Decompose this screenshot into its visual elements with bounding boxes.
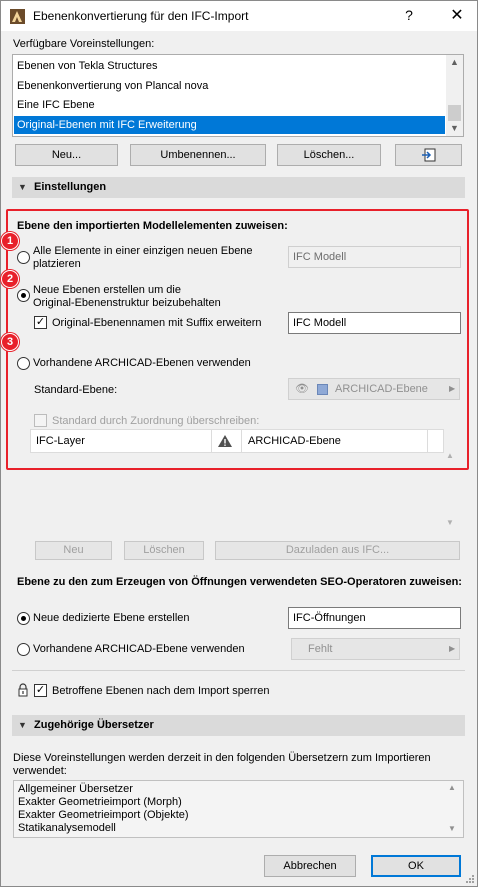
translator-item: Exakter Geometrieimport (Objekte) bbox=[18, 809, 189, 821]
presets-scrollbar[interactable]: ▲ ▼ bbox=[446, 55, 463, 136]
scroll-thumb[interactable] bbox=[448, 105, 461, 121]
settings-section-header[interactable]: ▼ Einstellungen bbox=[12, 177, 465, 198]
warning-icon bbox=[218, 435, 232, 447]
preset-new-button[interactable]: Neu... bbox=[15, 144, 118, 166]
lock-layers-checkbox[interactable]: ✓ bbox=[34, 684, 47, 697]
standard-layer-value: ARCHICAD-Ebene bbox=[335, 383, 428, 395]
col-ifc-layer: IFC-Layer bbox=[36, 435, 85, 447]
window-title: Ebenenkonvertierung für den IFC-Import bbox=[33, 9, 249, 23]
marker-2: 2 bbox=[1, 270, 19, 288]
suffix-checkbox[interactable]: ✓ bbox=[34, 316, 47, 329]
option2-label-line2: Original-Ebenenstruktur beizubehalten bbox=[33, 297, 221, 309]
suffix-field[interactable]: IFC Modell bbox=[288, 312, 461, 334]
ok-button[interactable]: OK bbox=[371, 855, 461, 877]
preset-export-button[interactable] bbox=[395, 144, 462, 166]
translators-desc-line1: Diese Voreinstellungen werden derzeit in… bbox=[13, 752, 431, 764]
radio-single-layer[interactable] bbox=[17, 251, 30, 264]
layer-icon bbox=[317, 384, 328, 395]
popup-arrow-icon: ▶ bbox=[449, 384, 456, 393]
preset-item[interactable]: Ebenenkonvertierung von Plancal nova bbox=[16, 77, 208, 95]
standard-layer-label: Standard-Ebene: bbox=[34, 384, 118, 396]
col-divider bbox=[211, 430, 212, 452]
translators-section-header[interactable]: ▼ Zugehörige Übersetzer bbox=[12, 715, 465, 736]
col-archicad-layer: ARCHICAD-Ebene bbox=[248, 435, 341, 447]
table-scroll-down-icon[interactable]: ▼ bbox=[446, 518, 454, 527]
translators-header-label: Zugehörige Übersetzer bbox=[34, 719, 154, 731]
single-layer-name-field[interactable]: IFC Modell bbox=[288, 246, 461, 268]
col-divider bbox=[427, 430, 428, 452]
marker-1: 1 bbox=[1, 232, 19, 250]
table-scroll-up-icon[interactable]: ▲ bbox=[446, 451, 454, 460]
lock-icon bbox=[18, 683, 28, 697]
settings-header-label: Einstellungen bbox=[34, 181, 107, 193]
radio-keep-structure[interactable] bbox=[17, 289, 30, 302]
col-divider bbox=[241, 430, 242, 452]
title-bar: Ebenenkonvertierung für den IFC-Import ?… bbox=[1, 1, 477, 31]
scroll-up-icon[interactable]: ▲ bbox=[448, 783, 456, 792]
scroll-down-icon[interactable]: ▼ bbox=[446, 123, 463, 133]
lock-layers-label: Betroffene Ebenen nach dem Import sperre… bbox=[52, 685, 270, 697]
preset-item[interactable]: Eine IFC Ebene bbox=[16, 96, 95, 114]
help-button[interactable]: ? bbox=[399, 7, 419, 23]
cancel-button[interactable]: Abbrechen bbox=[264, 855, 356, 877]
radio-existing-openings-layer[interactable] bbox=[17, 643, 30, 656]
openings-label: Ebene zu den zum Erzeugen von Öffnungen … bbox=[17, 576, 462, 588]
mapping-delete-button[interactable]: Löschen bbox=[124, 541, 204, 560]
option1-label-line2: platzieren bbox=[33, 258, 81, 270]
openings-option2-label: Vorhandene ARCHICAD-Ebene verwenden bbox=[33, 643, 245, 655]
standard-layer-popup[interactable]: 👁 ARCHICAD-Ebene ▶ bbox=[288, 378, 460, 400]
option1-label-line1: Alle Elemente in einer einzigen neuen Eb… bbox=[33, 245, 253, 257]
override-checkbox[interactable] bbox=[34, 414, 47, 427]
eye-icon: 👁 bbox=[295, 383, 309, 395]
openings-option1-label: Neue dedizierte Ebene erstellen bbox=[33, 612, 190, 624]
preset-item[interactable]: Ebenen von Tekla Structures bbox=[16, 57, 157, 75]
archicad-app-icon bbox=[10, 9, 25, 24]
translator-item: Allgemeiner Übersetzer bbox=[18, 783, 133, 795]
mapping-table-header: IFC-Layer ARCHICAD-Ebene bbox=[30, 429, 444, 453]
radio-existing-layers[interactable] bbox=[17, 357, 30, 370]
option3-label: Vorhandene ARCHICAD-Ebenen verwenden bbox=[33, 357, 251, 369]
marker-3: 3 bbox=[1, 333, 19, 351]
presets-label: Verfügbare Voreinstellungen: bbox=[13, 38, 155, 50]
translators-list: Allgemeiner Übersetzer Exakter Geometrie… bbox=[13, 780, 464, 838]
scroll-down-icon[interactable]: ▼ bbox=[448, 824, 456, 833]
suffix-label: Original-Ebenennamen mit Suffix erweiter… bbox=[52, 317, 262, 329]
translator-item: Statikanalysemodell bbox=[18, 822, 116, 834]
openings-layer-value: Fehlt bbox=[308, 643, 333, 655]
collapse-triangle-icon: ▼ bbox=[18, 720, 27, 730]
translator-item: Exakter Geometrieimport (Morph) bbox=[18, 796, 182, 808]
preset-delete-button[interactable]: Löschen... bbox=[277, 144, 381, 166]
override-label: Standard durch Zuordnung überschreiben: bbox=[52, 415, 260, 427]
close-button[interactable]: ✕ bbox=[447, 5, 467, 25]
radio-new-openings-layer[interactable] bbox=[17, 612, 30, 625]
mapping-load-button[interactable]: Dazuladen aus IFC... bbox=[215, 541, 460, 560]
openings-layer-field[interactable]: IFC-Öffnungen bbox=[288, 607, 461, 629]
option2-label-line1: Neue Ebenen erstellen um die bbox=[33, 284, 181, 296]
scroll-up-icon[interactable]: ▲ bbox=[446, 57, 463, 67]
openings-layer-popup[interactable]: Fehlt ▶ bbox=[291, 638, 460, 660]
presets-list[interactable]: Ebenen von Tekla Structures Ebenenkonver… bbox=[12, 54, 464, 137]
resize-grip-icon[interactable] bbox=[464, 873, 475, 884]
divider bbox=[12, 670, 465, 671]
popup-arrow-icon: ▶ bbox=[449, 644, 456, 653]
mapping-new-button[interactable]: Neu bbox=[35, 541, 112, 560]
collapse-triangle-icon: ▼ bbox=[18, 182, 27, 192]
preset-item-selected[interactable]: Original-Ebenen mit IFC Erweiterung bbox=[14, 116, 445, 134]
translators-desc-line2: verwendet: bbox=[13, 765, 67, 777]
preset-rename-button[interactable]: Umbenennen... bbox=[130, 144, 266, 166]
export-icon bbox=[421, 148, 435, 162]
